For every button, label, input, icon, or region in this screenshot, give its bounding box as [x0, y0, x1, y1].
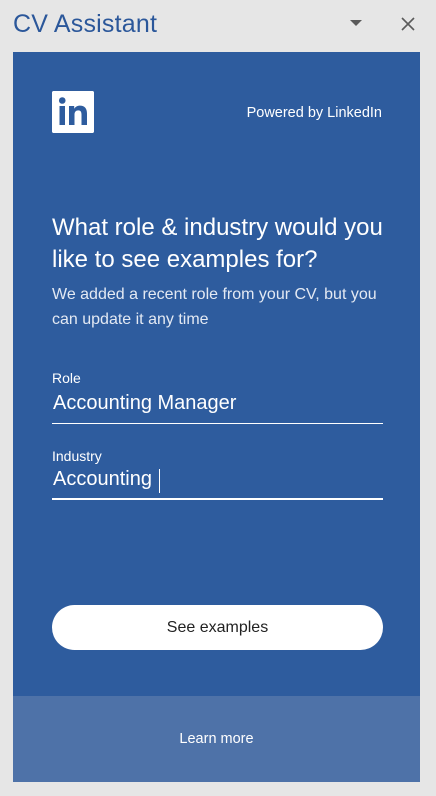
- see-examples-button[interactable]: See examples: [52, 605, 383, 650]
- task-pane-options-button[interactable]: [343, 12, 369, 34]
- linkedin-logo: [52, 91, 94, 133]
- role-input[interactable]: [52, 390, 383, 424]
- close-icon: [401, 17, 415, 31]
- task-pane: CV Assistant Powered by LinkedIn What ro…: [0, 0, 436, 796]
- role-industry-subtext: We added a recent role from your CV, but…: [52, 286, 377, 328]
- task-pane-header: CV Assistant: [0, 0, 436, 52]
- text-cursor: [159, 469, 160, 493]
- close-pane-button[interactable]: [396, 12, 420, 36]
- role-label: Role: [52, 370, 81, 386]
- learn-more-link[interactable]: Learn more: [179, 731, 253, 747]
- caret-down-icon: [350, 20, 362, 26]
- powered-by-linkedin: Powered by LinkedIn: [246, 105, 382, 121]
- cv-assistant-card: Powered by LinkedIn What role & industry…: [13, 52, 420, 782]
- card-footer: Learn more: [13, 696, 420, 782]
- role-industry-heading: What role & industry would you like to s…: [52, 214, 383, 273]
- task-pane-title: CV Assistant: [13, 10, 158, 38]
- industry-label: Industry: [52, 448, 102, 464]
- linkedin-icon: [52, 91, 94, 133]
- industry-input[interactable]: [52, 466, 383, 500]
